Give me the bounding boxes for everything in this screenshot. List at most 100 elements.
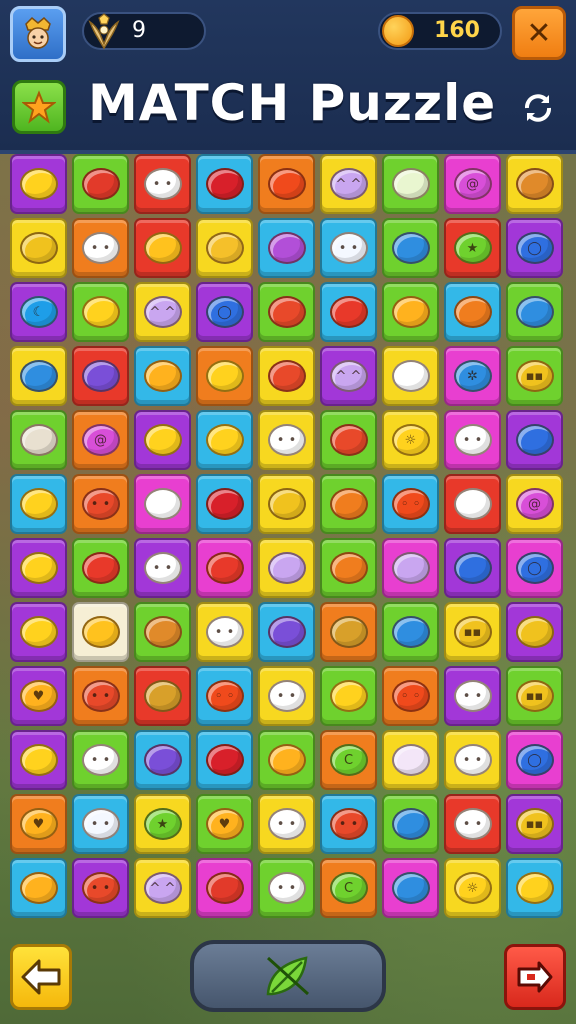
board-tile[interactable]: ◦ ◦ [196, 666, 253, 726]
back-button[interactable] [10, 944, 72, 1010]
board-tile[interactable]: • • [444, 410, 501, 470]
board-tile[interactable]: ^ ^ [320, 154, 377, 214]
board-tile[interactable]: • • [258, 666, 315, 726]
board-tile[interactable] [72, 538, 129, 598]
board-tile[interactable]: ★ [444, 218, 501, 278]
board-tile[interactable] [258, 730, 315, 790]
board-tile[interactable]: ◯ [506, 538, 563, 598]
board-tile[interactable] [320, 282, 377, 342]
board-tile[interactable] [444, 538, 501, 598]
board-tile[interactable]: ☼ [444, 858, 501, 918]
board-tile[interactable]: • • [444, 730, 501, 790]
board-tile[interactable] [258, 538, 315, 598]
board-tile[interactable]: ▪▪ [506, 346, 563, 406]
board-tile[interactable] [320, 538, 377, 598]
board-tile[interactable] [10, 346, 67, 406]
board-tile[interactable] [382, 858, 439, 918]
hint-button[interactable] [190, 940, 386, 1012]
board-tile[interactable] [258, 346, 315, 406]
board-tile[interactable] [382, 154, 439, 214]
board-tile[interactable]: • • [72, 858, 129, 918]
board-tile[interactable]: ☼ [382, 410, 439, 470]
board-tile[interactable]: ▪▪ [444, 602, 501, 662]
board-tile[interactable] [134, 410, 191, 470]
board-tile[interactable]: ♥ [10, 794, 67, 854]
board-tile[interactable] [258, 282, 315, 342]
star-button[interactable] [12, 80, 66, 134]
board-tile[interactable] [382, 346, 439, 406]
board-tile[interactable] [10, 602, 67, 662]
board-tile[interactable]: • • [134, 154, 191, 214]
exit-button[interactable] [504, 944, 566, 1010]
board-tile[interactable]: @ [72, 410, 129, 470]
board-tile[interactable] [196, 474, 253, 534]
board-tile[interactable] [320, 474, 377, 534]
close-button[interactable]: ✕ [512, 6, 566, 60]
board-tile[interactable] [134, 218, 191, 278]
board-tile[interactable]: • • [72, 218, 129, 278]
board-tile[interactable]: • • [258, 858, 315, 918]
board-tile[interactable] [72, 154, 129, 214]
board-tile[interactable]: ^ ^ [134, 858, 191, 918]
board-tile[interactable] [134, 474, 191, 534]
board-tile[interactable]: C [320, 858, 377, 918]
board-tile[interactable]: @ [444, 154, 501, 214]
board-tile[interactable]: ▪▪ [506, 666, 563, 726]
board-tile[interactable]: ◯ [196, 282, 253, 342]
board-tile[interactable] [258, 474, 315, 534]
board-tile[interactable]: • • [72, 474, 129, 534]
board-tile[interactable] [382, 730, 439, 790]
board-tile[interactable]: • • [196, 602, 253, 662]
board-tile[interactable] [196, 346, 253, 406]
board-tile[interactable] [134, 346, 191, 406]
board-tile[interactable] [320, 410, 377, 470]
board-tile[interactable] [10, 410, 67, 470]
board-tile[interactable] [72, 602, 129, 662]
board-tile[interactable]: • • [320, 218, 377, 278]
board-tile[interactable]: ^ ^ [320, 346, 377, 406]
board-tile[interactable] [10, 858, 67, 918]
board-tile[interactable] [320, 602, 377, 662]
board-tile[interactable] [382, 794, 439, 854]
board-tile[interactable] [10, 730, 67, 790]
board-tile[interactable]: ^ ^ [134, 282, 191, 342]
board-tile[interactable] [506, 282, 563, 342]
board-tile[interactable]: • • [444, 666, 501, 726]
board-tile[interactable] [506, 154, 563, 214]
board-tile[interactable]: • • [72, 794, 129, 854]
board-tile[interactable] [506, 410, 563, 470]
board-tile[interactable] [506, 858, 563, 918]
board-tile[interactable]: C [320, 730, 377, 790]
board-tile[interactable] [134, 666, 191, 726]
board-tile[interactable] [196, 730, 253, 790]
board-tile[interactable]: ★ [134, 794, 191, 854]
board-tile[interactable] [258, 602, 315, 662]
board-tile[interactable] [196, 538, 253, 598]
board-tile[interactable] [134, 730, 191, 790]
board-tile[interactable] [196, 218, 253, 278]
board-tile[interactable]: • • [258, 794, 315, 854]
board-tile[interactable]: ✲ [444, 346, 501, 406]
board-tile[interactable] [382, 538, 439, 598]
board-tile[interactable]: • • [134, 538, 191, 598]
board-tile[interactable] [196, 858, 253, 918]
board-tile[interactable]: ♥ [196, 794, 253, 854]
board-tile[interactable] [444, 282, 501, 342]
board-tile[interactable]: ♥ [10, 666, 67, 726]
refresh-button[interactable] [516, 86, 560, 130]
board-tile[interactable] [320, 666, 377, 726]
board-tile[interactable]: @ [506, 474, 563, 534]
board-tile[interactable] [382, 602, 439, 662]
board-tile[interactable]: ◯ [506, 218, 563, 278]
board-tile[interactable]: ◯ [506, 730, 563, 790]
board-tile[interactable]: • • [258, 410, 315, 470]
board-tile[interactable] [10, 474, 67, 534]
avatar[interactable] [10, 6, 66, 62]
board-tile[interactable] [444, 474, 501, 534]
board-tile[interactable] [258, 218, 315, 278]
board-tile[interactable]: • • [320, 794, 377, 854]
board-tile[interactable] [196, 410, 253, 470]
board-tile[interactable] [134, 602, 191, 662]
board-tile[interactable] [10, 218, 67, 278]
board-tile[interactable]: ◦ ◦ [382, 666, 439, 726]
